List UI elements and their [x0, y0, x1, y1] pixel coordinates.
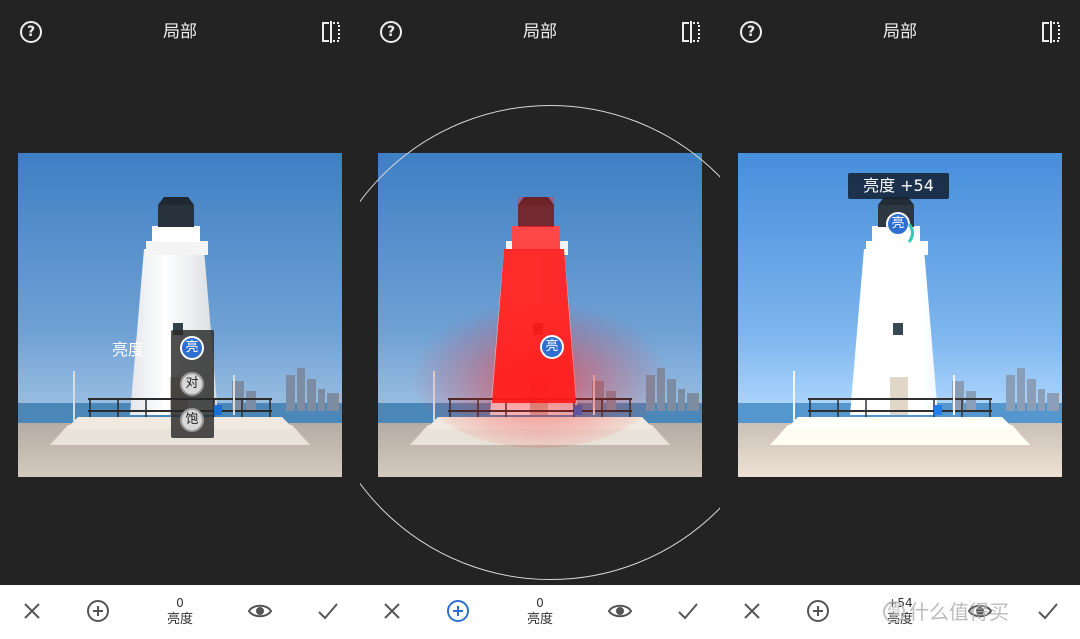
- brightness-option[interactable]: 亮: [180, 336, 204, 360]
- editor-panel-2: ? 局部 亮 0 亮度: [360, 0, 720, 639]
- editor-panel-3: ? 局部 亮 +54 亮度: [720, 0, 1080, 639]
- editor-panel-1: ? 局部 亮度 亮 对 饱 0 亮度: [0, 0, 360, 639]
- adjustment-value: 0: [176, 596, 184, 610]
- value-arc-indicator: [907, 223, 914, 243]
- contrast-option[interactable]: 对: [180, 372, 204, 396]
- watermark-logo: 值: [883, 601, 905, 623]
- eye-icon[interactable]: [248, 599, 272, 623]
- page-title: 局部: [883, 22, 917, 42]
- top-bar: ? 局部: [0, 0, 360, 64]
- compare-icon[interactable]: [680, 20, 702, 44]
- page-title: 局部: [163, 22, 197, 42]
- top-bar: ? 局部: [720, 0, 1080, 64]
- close-icon[interactable]: [380, 599, 404, 623]
- lighthouse-photo: [738, 153, 1062, 477]
- check-icon[interactable]: [1036, 599, 1060, 623]
- control-point-pin[interactable]: 亮: [540, 335, 564, 359]
- bottom-toolbar: 0 亮度: [360, 585, 720, 639]
- watermark-text: 什么值得买: [909, 600, 1009, 624]
- eye-icon[interactable]: [608, 599, 632, 623]
- compare-icon[interactable]: [320, 20, 342, 44]
- page-title: 局部: [523, 22, 557, 42]
- add-circle-icon[interactable]: [806, 599, 830, 623]
- control-point-label: 亮度: [112, 340, 145, 359]
- adjustment-label[interactable]: 亮度: [140, 611, 220, 628]
- site-watermark: 值 什么值得买: [883, 596, 1009, 628]
- bottom-toolbar: 0 亮度: [0, 585, 360, 639]
- add-circle-icon[interactable]: [446, 599, 470, 623]
- top-bar: ? 局部: [360, 0, 720, 64]
- check-icon[interactable]: [316, 599, 340, 623]
- compare-icon[interactable]: [1040, 20, 1062, 44]
- photo-canvas[interactable]: [738, 153, 1062, 477]
- adjustment-menu: 亮 对 饱: [171, 330, 214, 438]
- close-icon[interactable]: [20, 599, 44, 623]
- saturation-option[interactable]: 饱: [180, 408, 204, 432]
- add-circle-icon[interactable]: [86, 599, 110, 623]
- close-icon[interactable]: [740, 599, 764, 623]
- check-icon[interactable]: [676, 599, 700, 623]
- adjustment-value-tooltip: 亮度 +54: [848, 173, 949, 199]
- adjustment-label[interactable]: 亮度: [500, 611, 580, 628]
- adjustment-value: 0: [536, 596, 544, 610]
